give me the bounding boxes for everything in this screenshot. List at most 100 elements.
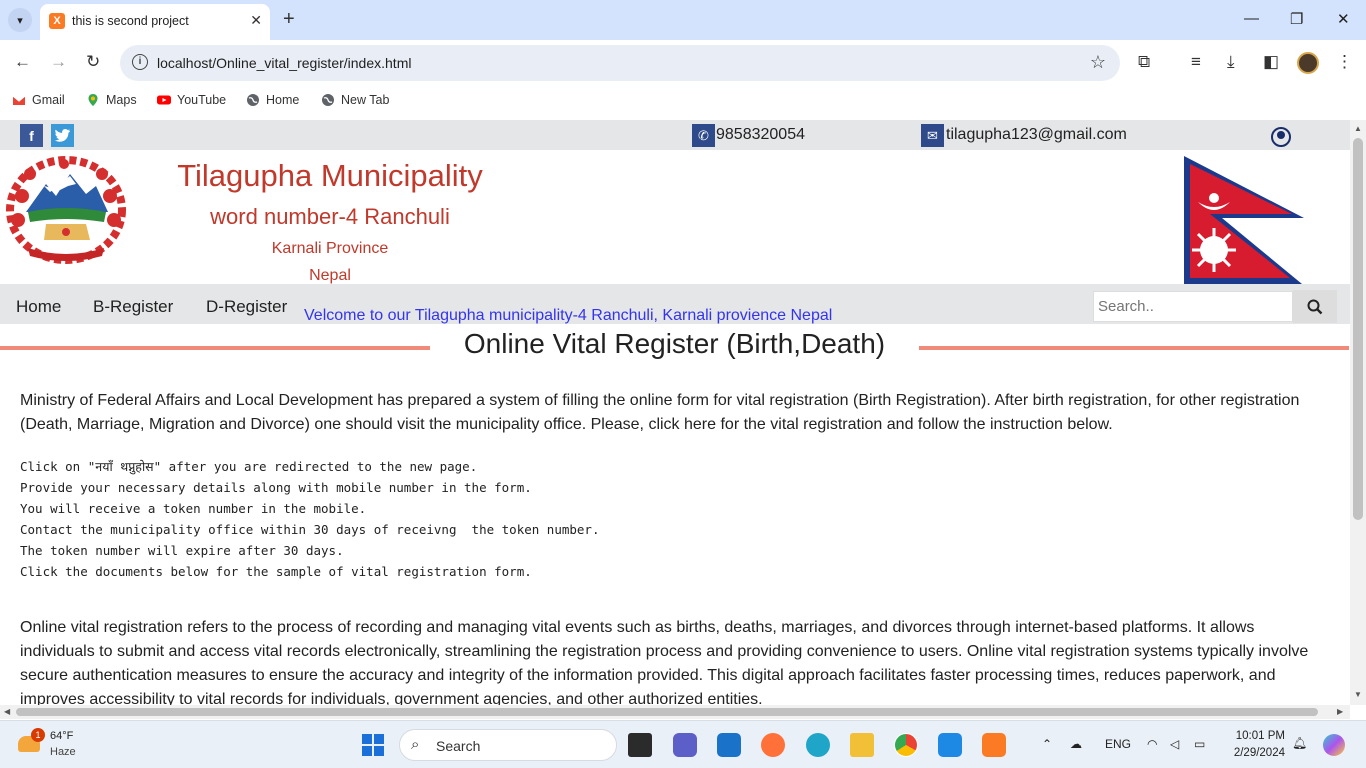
bookmark-star-icon[interactable]: ☆ — [1090, 52, 1106, 73]
section-divider-right — [919, 346, 1349, 350]
clock-date[interactable]: 2/29/2024 — [1225, 747, 1285, 759]
notification-bell-icon[interactable]: 🔔︎ — [1292, 736, 1307, 750]
teams-icon[interactable] — [673, 733, 697, 757]
bookmark-home[interactable]: Home — [246, 93, 299, 107]
tray-overflow-icon[interactable]: ⌃ — [1042, 737, 1052, 751]
maps-pin-icon — [88, 94, 98, 106]
instruction-step: Provide your necessary details along wit… — [20, 480, 532, 495]
minimize-icon[interactable]: — — [1244, 10, 1259, 27]
bookmark-new-tab[interactable]: New Tab — [321, 93, 389, 107]
twitter-icon[interactable] — [51, 124, 74, 147]
scroll-up-icon[interactable]: ▲ — [1354, 124, 1362, 133]
reading-list-icon[interactable]: ≡ — [1191, 52, 1201, 72]
instruction-step: The token number will expire after 30 da… — [20, 543, 344, 558]
extensions-icon[interactable]: ⧉ — [1138, 52, 1150, 72]
task-view-icon[interactable] — [628, 733, 652, 757]
nepal-flag-icon — [1184, 156, 1304, 284]
mail-icon: ✉ — [921, 124, 944, 147]
chrome-icon[interactable] — [894, 733, 918, 757]
bookmark-maps[interactable]: Maps — [86, 93, 137, 107]
close-window-icon[interactable]: ✕ — [1337, 10, 1350, 28]
bookmark-label: Maps — [106, 93, 137, 107]
forward-icon[interactable]: → — [50, 52, 67, 72]
search-icon: ⌕ — [411, 736, 420, 753]
ward-subtitle: word number-4 Ranchuli — [210, 204, 450, 229]
bookmark-youtube[interactable]: YouTube — [157, 93, 226, 107]
scroll-down-icon[interactable]: ▼ — [1354, 690, 1362, 699]
weather-condition[interactable]: Haze — [50, 746, 76, 758]
side-panel-icon[interactable]: ◧ — [1263, 52, 1279, 72]
contact-top-bar: f ✆ 9858320054 ✉ tilagupha123@gmail.com — [0, 120, 1350, 150]
globe-icon — [322, 94, 334, 106]
edge-icon[interactable] — [806, 733, 830, 757]
start-menu-icon[interactable] — [362, 734, 384, 756]
new-tab-icon[interactable]: + — [283, 8, 295, 30]
vertical-scrollbar[interactable]: ▲ ▼ — [1350, 120, 1366, 705]
horizontal-scroll-thumb[interactable] — [16, 708, 1318, 716]
intro-paragraph: Ministry of Federal Affairs and Local De… — [20, 392, 1300, 433]
copilot-icon[interactable] — [1323, 734, 1345, 756]
web-page: f ✆ 9858320054 ✉ tilagupha123@gmail.com … — [0, 120, 1350, 705]
file-explorer-icon[interactable] — [850, 733, 874, 757]
battery-icon[interactable]: ▭ — [1194, 737, 1205, 751]
section-title: Online Vital Register (Birth,Death) — [463, 328, 886, 359]
volume-icon[interactable]: ◁ — [1170, 737, 1179, 751]
address-bar[interactable]: i localhost/Online_vital_register/index.… — [120, 45, 1120, 81]
language-indicator[interactable]: ENG — [1105, 737, 1131, 751]
phone-number: 9858320054 — [716, 126, 805, 143]
site-navbar: Home B-Register D-Register Velcome to ou… — [0, 284, 1350, 324]
horizontal-scrollbar[interactable]: ◀ ▶ — [0, 705, 1350, 719]
search-input[interactable] — [1093, 291, 1293, 322]
clock-time[interactable]: 10:01 PM — [1233, 730, 1285, 742]
close-tab-icon[interactable]: ✕ — [250, 12, 262, 29]
instruction-list: Click on "नयाँ थप्नुहोस" after you are r… — [20, 456, 599, 582]
instruction-step: You will receive a token number in the m… — [20, 501, 367, 516]
tab-search-dropdown-icon[interactable]: ▾ — [8, 8, 32, 32]
gmail-icon — [12, 95, 26, 105]
nav-b-register[interactable]: B-Register — [93, 297, 173, 317]
download-icon[interactable]: ⤓ — [1227, 52, 1235, 72]
address-url[interactable]: localhost/Online_vital_register/index.ht… — [157, 55, 411, 71]
youtube-icon — [157, 95, 171, 105]
bookmark-gmail[interactable]: Gmail — [12, 93, 65, 107]
browser-tab[interactable]: X this is second project ✕ — [40, 4, 270, 40]
bookmark-label: Home — [266, 93, 300, 107]
bookmark-label: Gmail — [32, 93, 65, 107]
profile-avatar[interactable] — [1297, 52, 1319, 74]
back-icon[interactable]: ← — [14, 52, 31, 72]
facebook-icon[interactable]: f — [20, 124, 43, 147]
vscode-icon[interactable] — [938, 733, 962, 757]
email-address[interactable]: tilagupha123@gmail.com — [946, 126, 1127, 144]
windows-taskbar: 1 64°F Haze ⌕ Search ⌃ ☁ ENG ◠ ◁ ▭ 10:01… — [0, 720, 1366, 768]
municipality-title: Tilagupha Municipality — [177, 158, 483, 193]
taskbar-search-label: Search — [436, 738, 481, 754]
scroll-right-icon[interactable]: ▶ — [1337, 707, 1343, 716]
weather-temperature[interactable]: 64°F — [50, 730, 73, 742]
search-button[interactable] — [1293, 290, 1337, 323]
menu-icon[interactable]: ⋮ — [1336, 52, 1353, 72]
site-header: Tilagupha Municipality word number-4 Ran… — [0, 150, 1350, 284]
scroll-left-icon[interactable]: ◀ — [4, 707, 10, 716]
instruction-step: Click on "नयाँ थप्नुहोस" after you are r… — [20, 459, 478, 474]
mail-app-icon[interactable] — [717, 733, 741, 757]
nav-d-register[interactable]: D-Register — [206, 297, 287, 317]
user-account-icon[interactable] — [1271, 127, 1291, 147]
tab-title: this is second project — [72, 14, 189, 28]
bookmark-label: New Tab — [341, 93, 390, 107]
restore-icon[interactable]: ❐ — [1290, 10, 1303, 28]
firefox-icon[interactable] — [761, 733, 785, 757]
wifi-icon[interactable]: ◠ — [1147, 737, 1157, 751]
bookmarks-bar: Gmail Maps YouTube Home New Tab — [0, 86, 1366, 120]
globe-icon — [247, 94, 259, 106]
nav-home[interactable]: Home — [16, 297, 61, 317]
province-text: Karnali Province — [271, 240, 389, 257]
onedrive-icon[interactable]: ☁ — [1070, 737, 1082, 751]
taskbar-search[interactable]: ⌕ Search — [399, 729, 617, 761]
xampp-icon[interactable] — [982, 733, 1006, 757]
instruction-step: Contact the municipality office within 3… — [20, 522, 600, 537]
weather-badge: 1 — [31, 728, 45, 742]
site-info-icon[interactable]: i — [132, 54, 148, 70]
vertical-scroll-thumb[interactable] — [1353, 138, 1363, 520]
section-divider-left — [0, 346, 430, 350]
reload-icon[interactable]: ↻ — [86, 52, 100, 72]
